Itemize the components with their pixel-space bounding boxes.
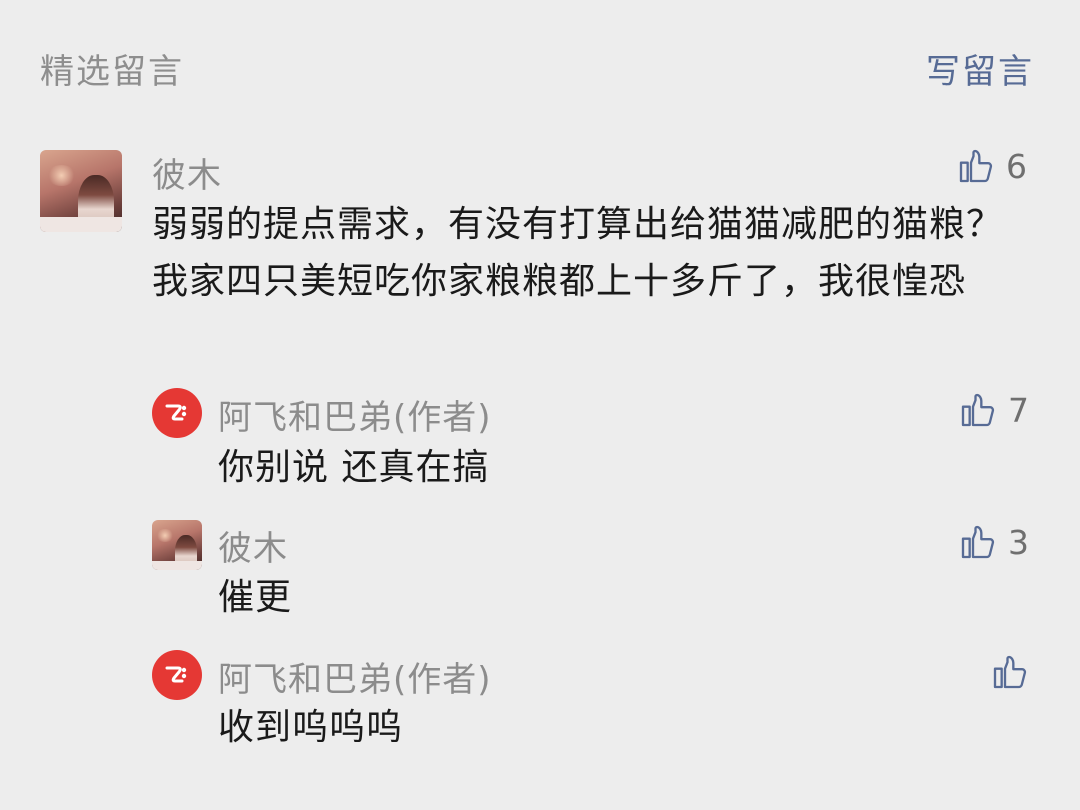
reply-author[interactable]: 阿飞和巴弟(作者) <box>218 390 492 439</box>
reply-text: 收到呜呜呜 <box>218 707 404 748</box>
like-count: 3 <box>1008 522 1029 562</box>
like-button[interactable] <box>990 652 1040 692</box>
reply-text: 催更 <box>218 577 293 618</box>
like-button[interactable]: 6 <box>956 146 1027 186</box>
reply-text: 你别说 还真在搞 <box>218 447 490 488</box>
avatar[interactable] <box>152 520 202 570</box>
thumbs-up-icon <box>993 655 1027 689</box>
like-count: 7 <box>1008 390 1029 430</box>
thumbs-up-icon <box>961 525 995 559</box>
comment-author[interactable]: 彼木 <box>152 148 222 197</box>
thumbs-up-icon <box>959 149 993 183</box>
avatar[interactable] <box>40 150 122 232</box>
like-button[interactable]: 3 <box>958 522 1029 562</box>
avatar[interactable] <box>152 650 202 700</box>
brand-logo-icon <box>165 404 187 421</box>
section-title: 精选留言 <box>40 52 184 92</box>
reply-author[interactable]: 彼木 <box>218 521 288 570</box>
avatar[interactable] <box>152 388 202 438</box>
comment-text: 弱弱的提点需求，有没有打算出给猫猫减肥的猫粮？我家四只美短吃你家粮粮都上十多斤了… <box>152 204 1004 302</box>
write-comment-link[interactable]: 写留言 <box>926 44 1034 93</box>
reply-author[interactable]: 阿飞和巴弟(作者) <box>218 652 492 701</box>
thumbs-up-icon <box>961 393 995 427</box>
like-button[interactable]: 7 <box>958 390 1029 430</box>
like-count: 6 <box>1006 146 1027 186</box>
brand-logo-icon <box>165 666 187 683</box>
